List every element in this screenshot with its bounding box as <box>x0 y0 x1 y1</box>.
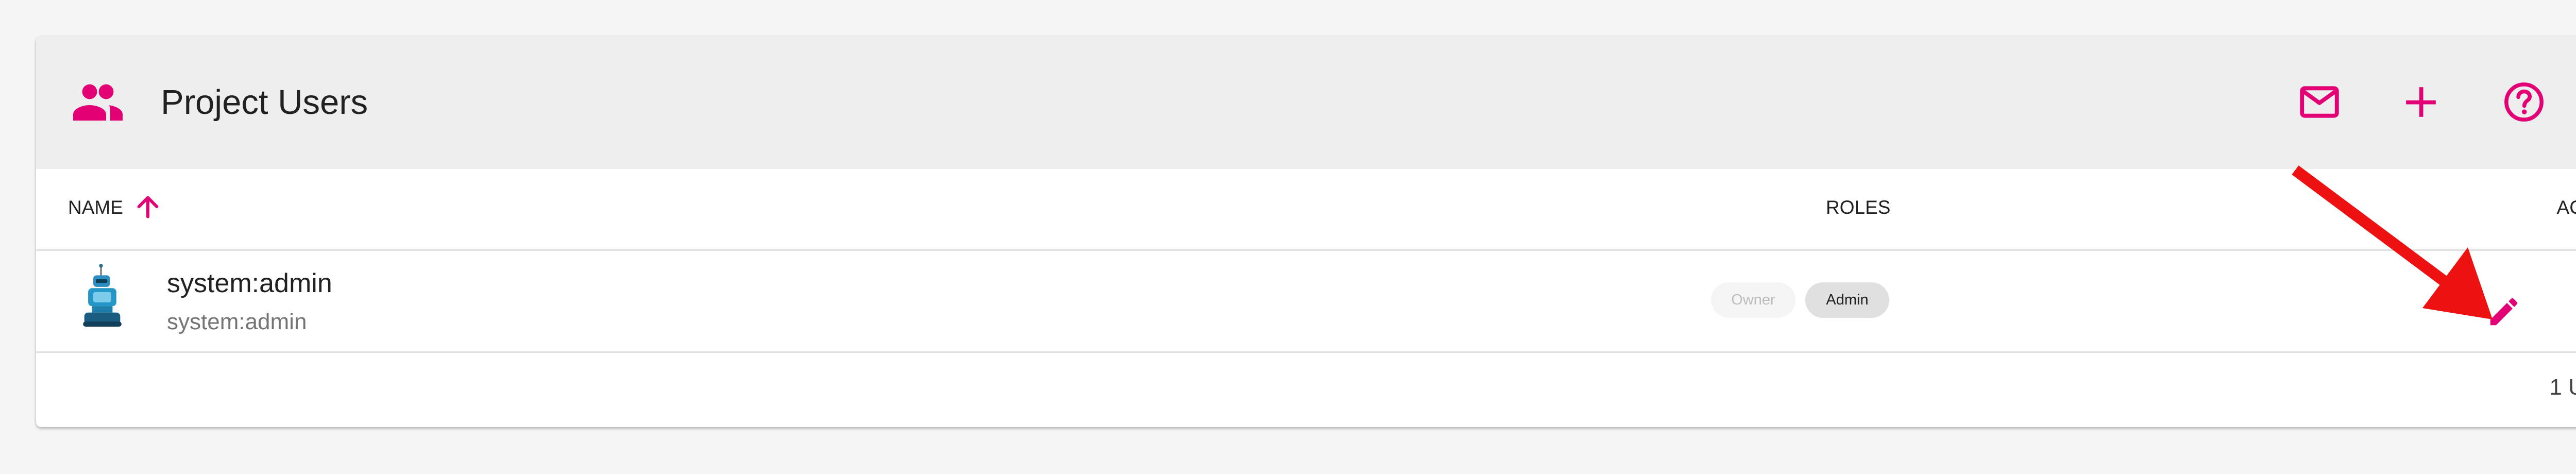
column-header-roles: ROLES <box>1826 197 1891 218</box>
help-icon <box>2504 82 2544 122</box>
user-count: 1 User <box>2549 375 2576 400</box>
robot-avatar <box>83 264 122 327</box>
project-users-card: Project Users NAME ROLES A system:admin … <box>36 36 2576 427</box>
card-header: Project Users <box>36 36 2576 169</box>
column-header-name[interactable]: NAME <box>68 198 123 217</box>
help-button[interactable] <box>2501 79 2547 125</box>
edit-icon <box>2490 298 2518 326</box>
plus-icon <box>2406 87 2436 117</box>
edit-user-button[interactable] <box>2478 286 2530 337</box>
role-chip-owner: Owner <box>1711 282 1795 318</box>
column-header-actions: ACTIONS <box>2556 197 2576 218</box>
user-display-name: system:admin <box>167 268 332 298</box>
arrow-up-icon[interactable] <box>134 193 161 220</box>
role-chip-admin: Admin <box>1805 282 1889 318</box>
user-username: system:admin <box>167 309 307 334</box>
footer-divider <box>36 351 2576 353</box>
mail-icon <box>2300 86 2339 118</box>
table-divider <box>36 249 2576 251</box>
page-title: Project Users <box>161 83 368 122</box>
add-user-button[interactable] <box>2398 79 2444 125</box>
mail-button[interactable] <box>2296 79 2343 125</box>
people-icon <box>73 84 123 121</box>
